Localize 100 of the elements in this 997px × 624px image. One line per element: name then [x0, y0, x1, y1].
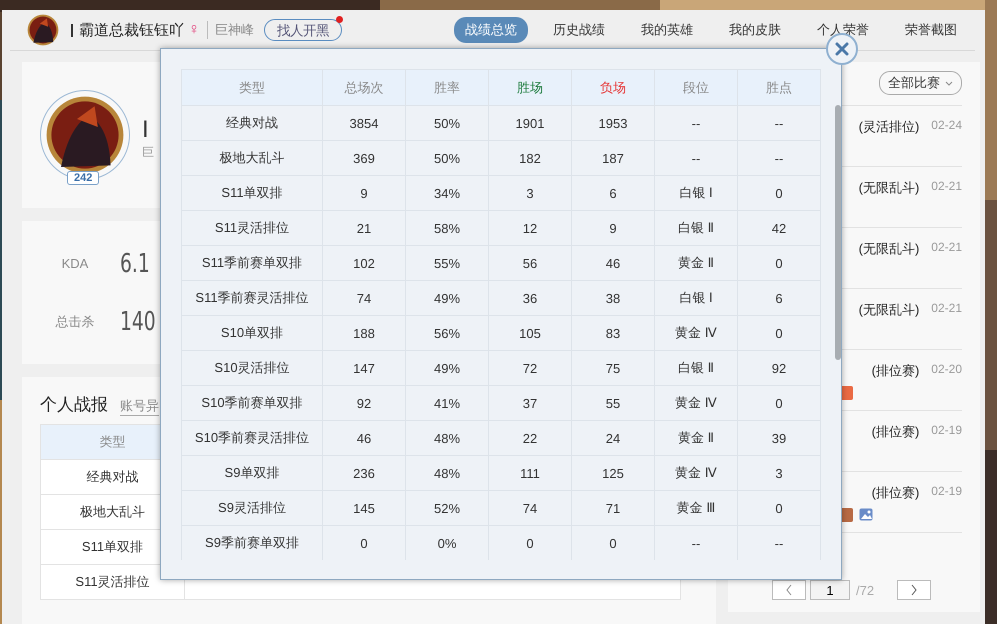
table-cell: 46 — [322, 420, 406, 456]
nav-tab[interactable]: 荣誉截图 — [887, 17, 975, 43]
table-cell: 49% — [406, 280, 488, 316]
table-cell: S11灵活排位 — [40, 564, 184, 600]
table-cell: 50% — [406, 140, 488, 176]
table-cell: 236 — [322, 456, 406, 490]
table-cell: 52% — [406, 490, 488, 526]
match-date: 02-24 — [931, 118, 962, 132]
table-cell: 24 — [572, 420, 654, 456]
table-cell: 49% — [406, 350, 488, 386]
table-cell: S9季前赛单双排 — [182, 526, 322, 560]
table-cell: 0 — [738, 246, 820, 280]
nav-tab[interactable]: 我的英雄 — [623, 17, 711, 43]
game-mode: (无限乱斗) — [858, 179, 920, 197]
table-cell: S11单双排 — [182, 176, 322, 210]
table-cell: 黄金 Ⅳ — [654, 456, 738, 490]
table-cell: 3 — [738, 456, 820, 490]
table-cell: 50% — [406, 106, 488, 140]
table-cell: 58% — [406, 210, 488, 246]
table-cell: 92 — [322, 386, 406, 420]
game-mode: (无限乱斗) — [858, 240, 920, 258]
close-icon — [835, 42, 849, 56]
table-cell: 黄金 Ⅳ — [654, 316, 738, 350]
stat-value: 6.1 — [120, 248, 150, 278]
table-cell: 36 — [488, 280, 572, 316]
table-cell: 48% — [406, 456, 488, 490]
stat-value: 140 — [120, 306, 156, 336]
match-date: 02-20 — [931, 362, 962, 376]
table-cell: 38 — [572, 280, 654, 316]
game-mode: (排位赛) — [872, 362, 920, 380]
team-up-button[interactable]: 找人开黑 — [264, 19, 342, 41]
table-cell: 12 — [488, 210, 572, 246]
table-cell: 42 — [738, 210, 820, 246]
table-cell: 22 — [488, 420, 572, 456]
table-cell: S9灵活排位 — [182, 490, 322, 526]
column-header: 胜点 — [738, 70, 820, 106]
nav-tab[interactable]: 战绩总览 — [454, 17, 528, 43]
game-mode: (灵活排位) — [858, 118, 920, 136]
table-cell: 经典对战 — [182, 106, 322, 140]
table-cell: 46 — [572, 246, 654, 280]
table-cell: 55% — [406, 246, 488, 280]
previous-page-button[interactable] — [772, 580, 806, 600]
table-cell: 3854 — [322, 106, 406, 140]
table-cell: 0 — [738, 386, 820, 420]
column-header: 胜场 — [488, 70, 572, 106]
table-cell: S10灵活排位 — [182, 350, 322, 386]
chevron-left-icon — [785, 584, 793, 596]
table-cell: 1901 — [488, 106, 572, 140]
table-cell: 147 — [322, 350, 406, 386]
match-date: 02-21 — [931, 240, 962, 254]
match-date: 02-21 — [931, 179, 962, 193]
stat-label: KDA — [60, 256, 90, 271]
table-cell: S9单双排 — [182, 456, 322, 490]
table-cell: 74 — [488, 490, 572, 526]
table-cell: 125 — [572, 456, 654, 490]
table-cell: 188 — [322, 316, 406, 350]
table-cell: 41% — [406, 386, 488, 420]
column-header: 负场 — [572, 70, 654, 106]
table-cell: 9 — [572, 210, 654, 246]
table-cell: 105 — [488, 316, 572, 350]
table-cell: 34% — [406, 176, 488, 210]
table-cell: 182 — [488, 140, 572, 176]
nav-tab[interactable]: 我的皮肤 — [711, 17, 799, 43]
match-date: 02-19 — [931, 423, 962, 437]
table-cell: 0 — [738, 490, 820, 526]
chevron-right-icon — [910, 584, 918, 596]
table-cell: 9 — [322, 176, 406, 210]
table-cell: 48% — [406, 420, 488, 456]
column-header: 胜率 — [406, 70, 488, 106]
caret-icon — [945, 80, 953, 86]
table-cell: -- — [738, 106, 820, 140]
table-cell: 白银 Ⅱ — [654, 210, 738, 246]
table-cell: 白银 Ⅰ — [654, 176, 738, 210]
match-date: 02-21 — [931, 301, 962, 315]
page-input[interactable]: 1 — [810, 580, 850, 600]
table-cell: 145 — [322, 490, 406, 526]
next-page-button[interactable] — [897, 580, 932, 600]
game-mode: (无限乱斗) — [858, 301, 920, 319]
table-cell: 6 — [738, 280, 820, 316]
table-cell: 55 — [572, 386, 654, 420]
table-cell: 21 — [322, 210, 406, 246]
game-mode: (排位赛) — [872, 484, 920, 502]
nav-tab[interactable]: 历史战绩 — [535, 17, 623, 43]
table-cell: 74 — [322, 280, 406, 316]
table-cell: S10季前赛单双排 — [182, 386, 322, 420]
table-cell: 6 — [572, 176, 654, 210]
table-cell: 92 — [738, 350, 820, 386]
server-name: 巨 — [142, 144, 154, 160]
table-cell: 56 — [488, 246, 572, 280]
table-cell: 黄金 Ⅱ — [654, 246, 738, 280]
image-icon — [859, 508, 873, 521]
table-cell: 71 — [572, 490, 654, 526]
level-badge: 242 — [67, 171, 100, 185]
table-cell: 111 — [488, 456, 572, 490]
table-cell: 369 — [322, 140, 406, 176]
match-date: 02-19 — [931, 484, 962, 498]
table-cell: 1953 — [572, 106, 654, 140]
section-title: 个人战报 — [40, 394, 108, 416]
filter-dropdown[interactable]: 全部比赛 — [879, 71, 962, 95]
table-cell: 0 — [738, 316, 820, 350]
